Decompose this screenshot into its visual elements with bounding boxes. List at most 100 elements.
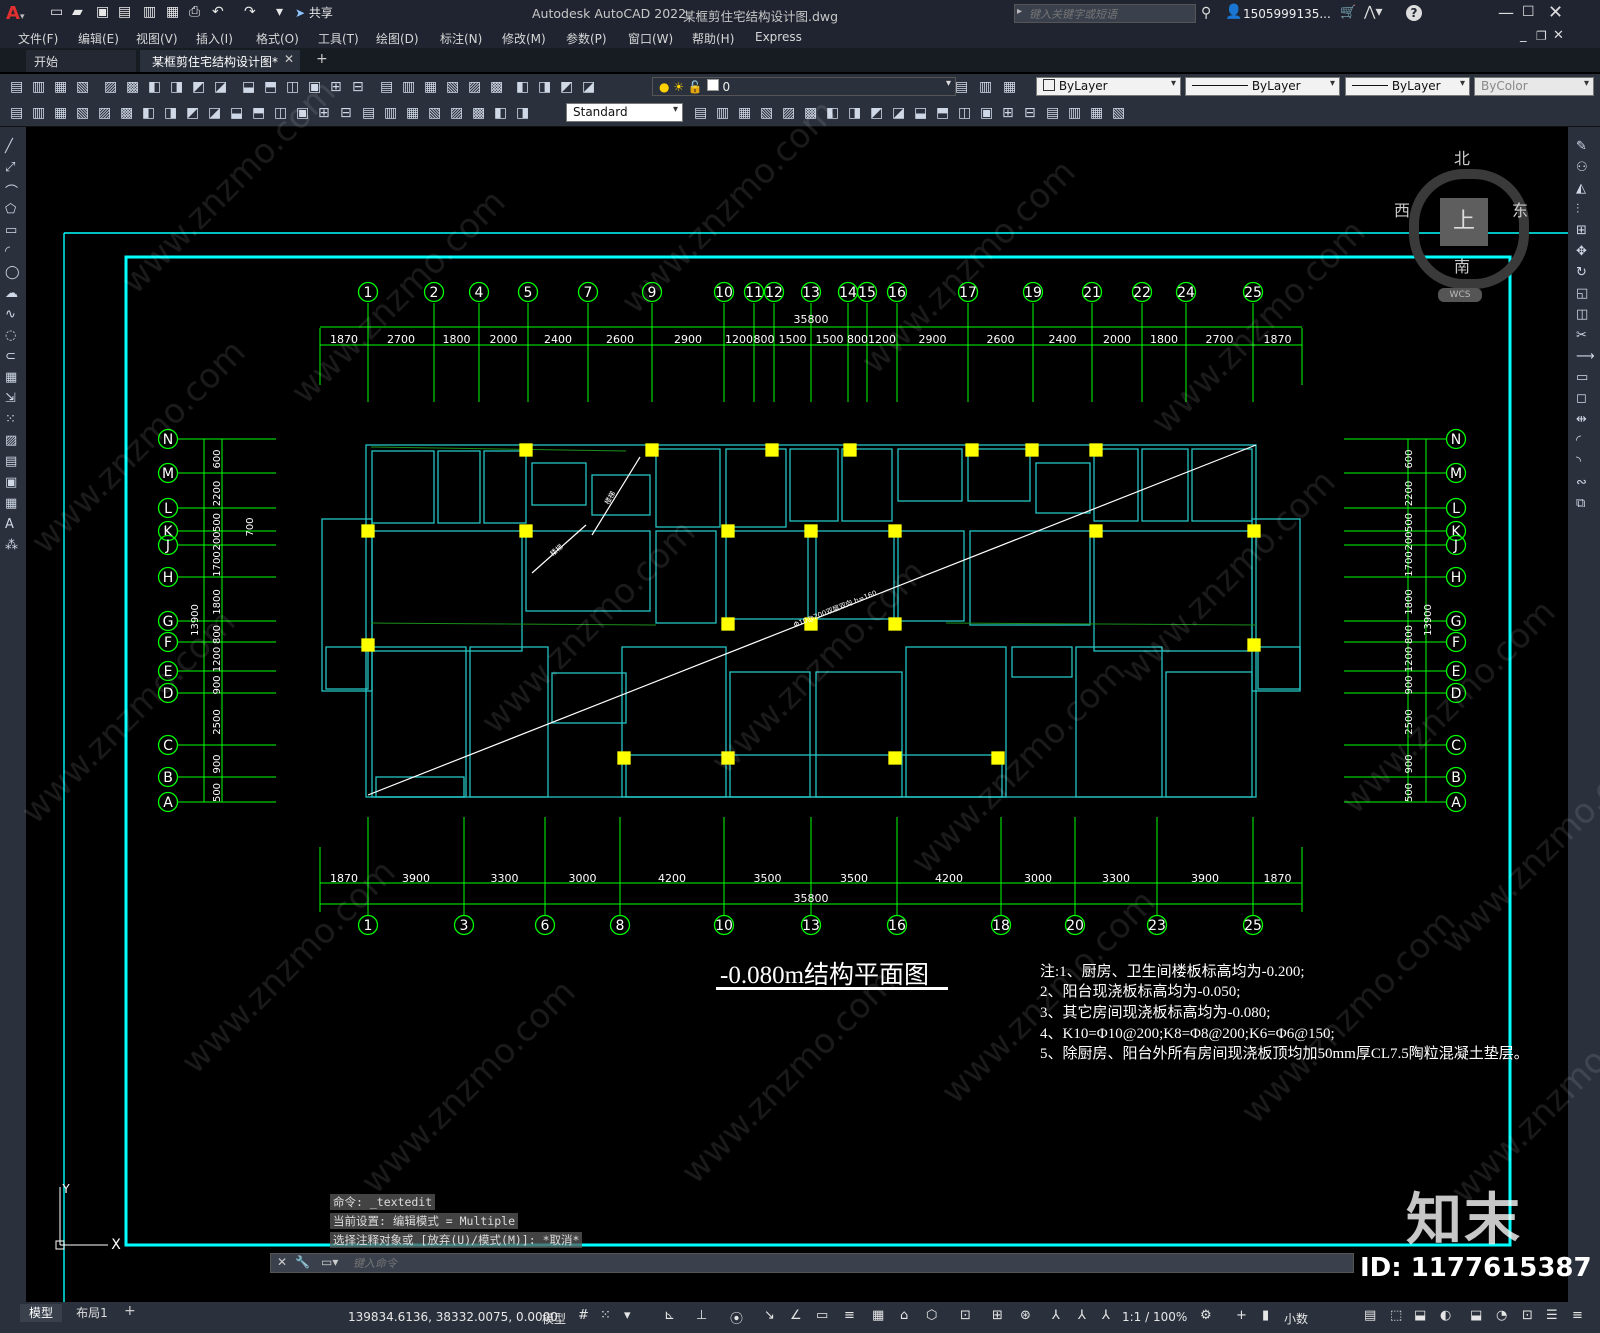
modify-tool-icon-3[interactable]: ◭: [1576, 181, 1592, 197]
doc-restore-button[interactable]: ❐: [1536, 29, 1547, 43]
modify-tool-icon-6[interactable]: ✥: [1576, 244, 1592, 260]
dimension-toolbar-icon-1[interactable]: ▤: [10, 105, 26, 121]
status-toggle-icon-12[interactable]: ⌂: [900, 1308, 908, 1323]
dimension-toolbar-icon-3[interactable]: ▦: [54, 105, 70, 121]
command-customize-icon[interactable]: 🔧: [295, 1255, 310, 1269]
user-icon[interactable]: 👤: [1225, 4, 1242, 20]
status-toggle-icon-29[interactable]: ⊡: [1522, 1308, 1533, 1323]
menu-item[interactable]: 修改(M): [502, 30, 546, 47]
style-toolbar-icon-4[interactable]: ▧: [760, 105, 776, 121]
command-input[interactable]: [351, 1255, 1345, 1272]
draw-tool-icon-12[interactable]: ▦: [5, 370, 21, 386]
tab-close-icon[interactable]: ✕: [284, 52, 294, 66]
dimension-toolbar-icon-9[interactable]: ◩: [186, 105, 202, 121]
style-toolbar-icon-12[interactable]: ⬒: [936, 105, 952, 121]
draw-tool-icon-17[interactable]: ▣: [5, 475, 21, 491]
menu-item[interactable]: 视图(V): [136, 30, 178, 47]
model-space-button[interactable]: 模型: [542, 1310, 566, 1327]
style-toolbar-icon-18[interactable]: ▥: [1068, 105, 1084, 121]
lineweight-dropdown[interactable]: ByLayer ▾: [1345, 77, 1470, 96]
maximize-window-button[interactable]: ☐: [1522, 4, 1535, 20]
dimension-toolbar-icon-18[interactable]: ▥: [384, 105, 400, 121]
drawing-canvas[interactable]: 1 2 4 5 7 9 10 11 12 13 14 15 16 17 19 21 22 24 25 1 3 6 8 10 13…: [14, 72, 1600, 1302]
search-icon[interactable]: ⚲: [1201, 5, 1211, 21]
help-icon[interactable]: ?: [1406, 5, 1422, 21]
layer-tools-icon-2[interactable]: ▥: [979, 79, 995, 95]
status-toggle-icon-30[interactable]: ☰: [1546, 1308, 1558, 1323]
close-window-button[interactable]: ✕: [1548, 2, 1563, 23]
save-web-icon[interactable]: ▦: [166, 5, 181, 20]
modify-tool-icon-14[interactable]: ⇹: [1576, 412, 1592, 428]
draw-tool-icon-5[interactable]: ▭: [5, 223, 21, 239]
layer-dropdown[interactable]: ● ☀ 🔓 0 ▾: [652, 77, 956, 96]
plotstyle-dropdown[interactable]: ByColor ▾: [1474, 77, 1594, 96]
menu-item[interactable]: 帮助(H): [692, 30, 734, 47]
doc-minimize-button[interactable]: _: [1520, 28, 1527, 43]
menu-item[interactable]: 编辑(E): [78, 30, 119, 47]
minimize-window-button[interactable]: —: [1498, 3, 1514, 22]
status-toggle-icon-11[interactable]: ▦: [872, 1308, 884, 1323]
status-toggle-icon-3[interactable]: ▾: [624, 1308, 631, 1323]
status-toggle-icon-15[interactable]: ⊞: [992, 1308, 1003, 1323]
modify-tool-icon-16[interactable]: ◝: [1576, 454, 1592, 470]
dimension-toolbar-icon-6[interactable]: ▩: [120, 105, 136, 121]
modify-tool-icon-18[interactable]: ⧉: [1576, 496, 1592, 512]
dimension-toolbar-icon-5[interactable]: ▨: [98, 105, 114, 121]
viewcube-east[interactable]: 东: [1512, 197, 1528, 221]
style-toolbar-icon-19[interactable]: ▦: [1090, 105, 1106, 121]
standard-toolbar-icon-16[interactable]: ⊟: [352, 79, 368, 95]
style-toolbar-icon-2[interactable]: ▥: [716, 105, 732, 121]
standard-toolbar-icon-17[interactable]: ▤: [380, 79, 396, 95]
viewcube-north[interactable]: 北: [1454, 145, 1470, 169]
status-toggle-icon-17[interactable]: ⅄: [1052, 1308, 1060, 1323]
dimension-toolbar-icon-19[interactable]: ▦: [406, 105, 422, 121]
draw-tool-icon-3[interactable]: ⌒: [5, 181, 21, 200]
style-toolbar-icon-17[interactable]: ▤: [1046, 105, 1062, 121]
dimension-toolbar-icon-11[interactable]: ⬓: [230, 105, 246, 121]
menu-item[interactable]: 插入(I): [196, 30, 233, 47]
units-display[interactable]: 小数: [1284, 1310, 1308, 1327]
command-line[interactable]: ✕ 🔧 ▭▾: [270, 1253, 1354, 1273]
style-toolbar-icon-20[interactable]: ▧: [1112, 105, 1128, 121]
standard-toolbar-icon-10[interactable]: ◪: [214, 79, 230, 95]
draw-tool-icon-2[interactable]: ⤢: [5, 160, 21, 176]
dimension-toolbar-icon-2[interactable]: ▥: [32, 105, 48, 121]
modify-tool-icon-7[interactable]: ↻: [1576, 265, 1592, 281]
status-toggle-icon-4[interactable]: ⊾: [664, 1308, 675, 1323]
standard-toolbar-icon-2[interactable]: ▥: [32, 79, 48, 95]
command-prompt-icon[interactable]: ▭▾: [321, 1255, 338, 1269]
standard-toolbar-icon-18[interactable]: ▥: [402, 79, 418, 95]
modify-tool-icon-11[interactable]: ⟶: [1576, 349, 1595, 365]
textstyle-dropdown[interactable]: Standard ▾: [566, 103, 683, 122]
status-toggle-icon-2[interactable]: ⁙: [600, 1308, 611, 1323]
new-file-icon[interactable]: ▭: [50, 5, 65, 20]
dimension-toolbar-icon-17[interactable]: ▤: [362, 105, 378, 121]
menu-item[interactable]: 标注(N): [440, 30, 482, 47]
modify-tool-icon-4[interactable]: ⫶: [1576, 202, 1592, 218]
layer-tools-icon-3[interactable]: ▦: [1003, 79, 1019, 95]
menu-item[interactable]: 文件(F): [18, 30, 58, 47]
status-toggle-icon-6[interactable]: ⦿: [730, 1308, 743, 1327]
status-toggle-icon-21[interactable]: +: [1236, 1308, 1247, 1323]
draw-tool-icon-4[interactable]: ⬠: [5, 202, 21, 218]
standard-toolbar-icon-20[interactable]: ▧: [446, 79, 462, 95]
dimension-toolbar-icon-24[interactable]: ◨: [516, 105, 532, 121]
command-close-icon[interactable]: ✕: [277, 1255, 287, 1269]
style-toolbar-icon-3[interactable]: ▦: [738, 105, 754, 121]
draw-tool-icon-8[interactable]: ☁: [5, 286, 21, 302]
modify-tool-icon-17[interactable]: ∾: [1576, 475, 1592, 491]
style-toolbar-icon-16[interactable]: ⊟: [1024, 105, 1040, 121]
viewcube-west[interactable]: 西: [1394, 197, 1410, 221]
draw-tool-icon-18[interactable]: ▦: [5, 496, 21, 512]
viewcube[interactable]: 上 北 南 西 东 WCS: [1394, 145, 1538, 305]
style-toolbar-icon-13[interactable]: ◫: [958, 105, 974, 121]
autodesk-a360-icon[interactable]: ⋀▾: [1364, 4, 1383, 20]
modify-tool-icon-8[interactable]: ◱: [1576, 286, 1592, 302]
menu-item[interactable]: 窗口(W): [628, 30, 673, 47]
dimension-toolbar-icon-20[interactable]: ▧: [428, 105, 444, 121]
viewcube-top-face[interactable]: 上: [1440, 198, 1488, 246]
draw-tool-icon-20[interactable]: ⁂: [5, 538, 21, 554]
menu-item[interactable]: 绘图(D): [376, 30, 419, 47]
standard-toolbar-icon-6[interactable]: ▩: [126, 79, 142, 95]
modify-tool-icon-13[interactable]: ◻: [1576, 391, 1592, 407]
